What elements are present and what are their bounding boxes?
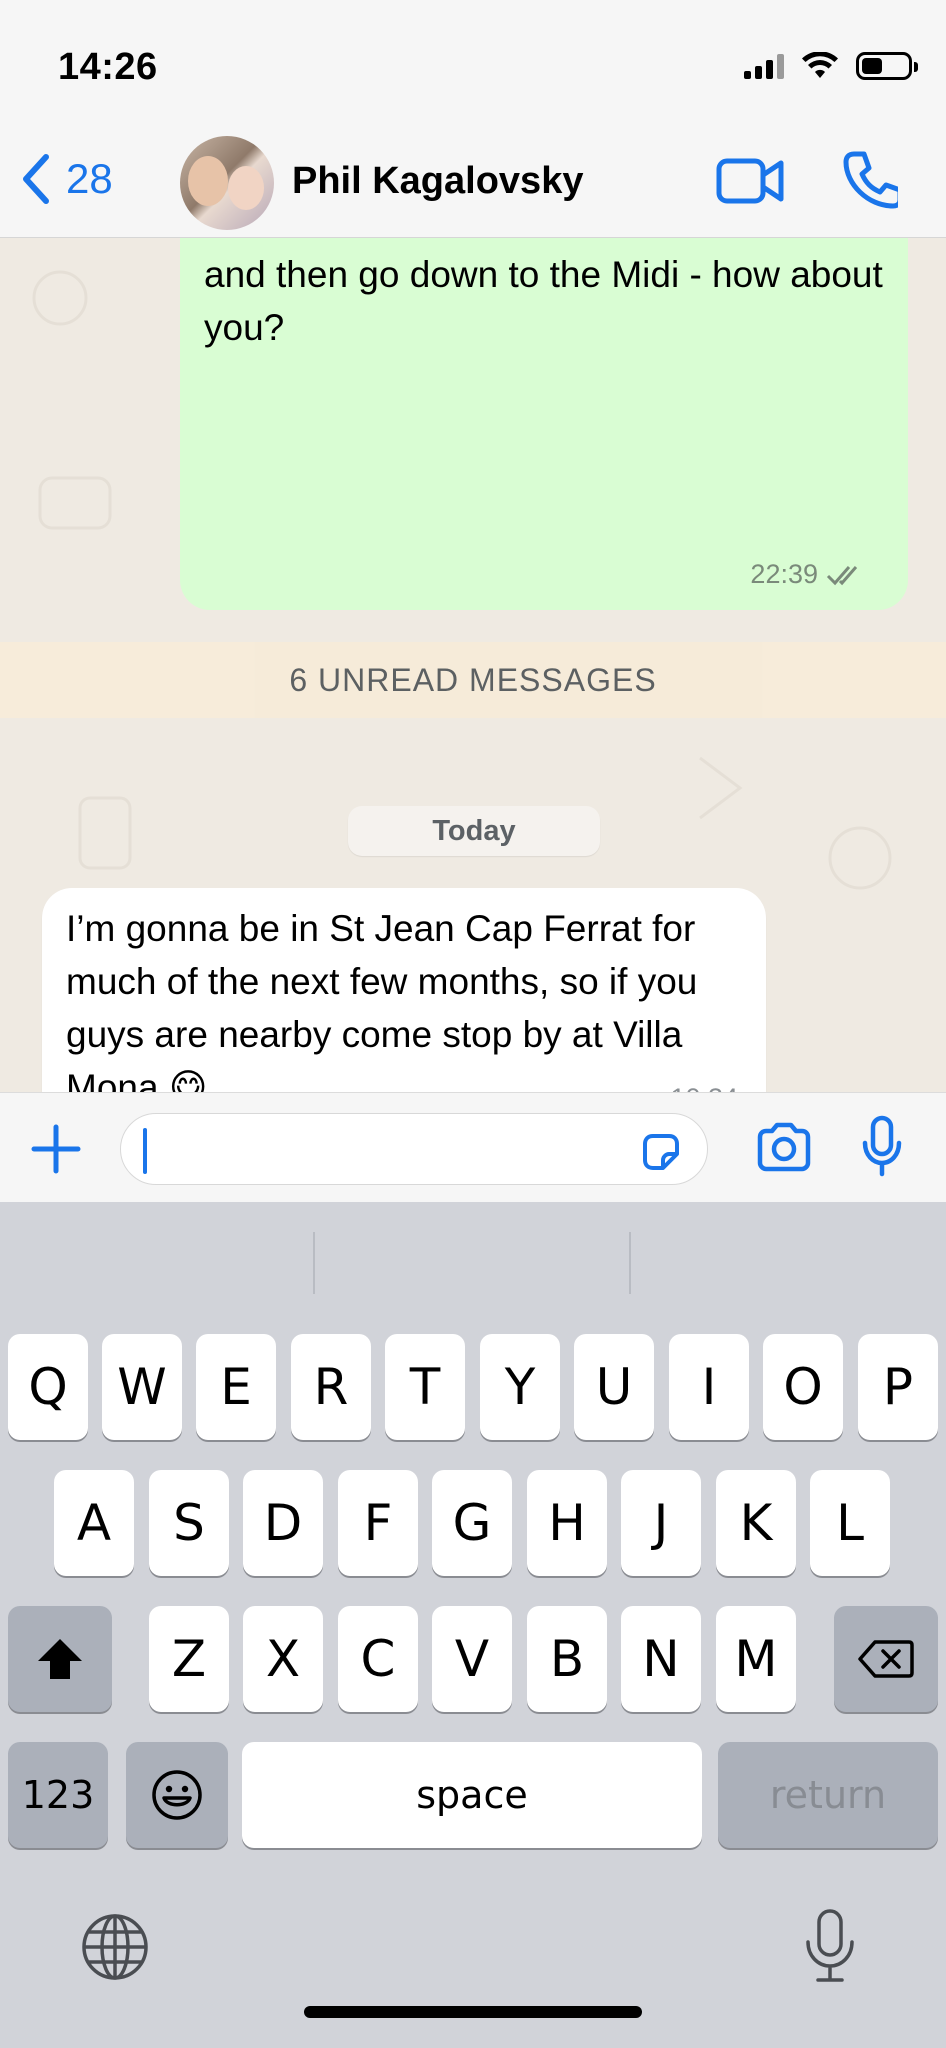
contact-avatar[interactable] bbox=[180, 136, 274, 230]
backspace-key[interactable] bbox=[834, 1606, 938, 1712]
sticker-icon[interactable] bbox=[639, 1130, 683, 1174]
key-w[interactable]: W bbox=[102, 1334, 182, 1440]
unread-messages-banner: 6 UNREAD MESSAGES bbox=[0, 642, 946, 718]
key-f[interactable]: F bbox=[338, 1470, 418, 1576]
predictive-text-bar bbox=[0, 1202, 946, 1302]
outgoing-message-text: and then go down to the Midi - how about… bbox=[204, 254, 883, 348]
unread-chats-count: 28 bbox=[66, 155, 113, 202]
key-l[interactable]: L bbox=[810, 1470, 890, 1576]
contact-name[interactable]: Phil Kagalovsky bbox=[292, 160, 583, 203]
outgoing-message[interactable]: and then go down to the Midi - how about… bbox=[180, 238, 908, 610]
key-s[interactable]: S bbox=[149, 1470, 229, 1576]
key-n[interactable]: N bbox=[621, 1606, 701, 1712]
message-list[interactable]: and then go down to the Midi - how about… bbox=[0, 238, 946, 1092]
backspace-icon bbox=[858, 1640, 914, 1678]
back-chevron-icon bbox=[23, 154, 49, 204]
outgoing-message-time: 22:39 bbox=[750, 559, 818, 589]
cellular-signal-icon bbox=[744, 53, 784, 79]
microphone-icon[interactable] bbox=[862, 1115, 902, 1177]
shift-key[interactable] bbox=[8, 1606, 112, 1712]
return-key[interactable]: return bbox=[718, 1742, 938, 1848]
key-o[interactable]: O bbox=[763, 1334, 843, 1440]
numbers-key[interactable]: 123 bbox=[8, 1742, 108, 1848]
suggestion-divider bbox=[629, 1232, 631, 1294]
key-v[interactable]: V bbox=[432, 1606, 512, 1712]
key-m[interactable]: M bbox=[716, 1606, 796, 1712]
incoming-message-time: 10:34 bbox=[670, 1083, 738, 1092]
dictation-icon[interactable] bbox=[800, 1908, 860, 1984]
incoming-message-text: I’m gonna be in St Jean Cap Ferrat for m… bbox=[66, 908, 698, 1092]
shift-icon bbox=[38, 1639, 82, 1679]
home-indicator[interactable] bbox=[304, 2006, 642, 2018]
key-x[interactable]: X bbox=[243, 1606, 323, 1712]
message-composer bbox=[0, 1092, 946, 1202]
phone-call-icon[interactable] bbox=[842, 150, 898, 210]
suggestion-divider bbox=[313, 1232, 315, 1294]
key-t[interactable]: T bbox=[385, 1334, 465, 1440]
battery-icon bbox=[856, 52, 918, 80]
keyboard: Q W E R T Y U I O P A S D F G H J K L Z … bbox=[0, 1202, 946, 2048]
key-c[interactable]: C bbox=[338, 1606, 418, 1712]
key-p[interactable]: P bbox=[858, 1334, 938, 1440]
video-call-icon[interactable] bbox=[716, 154, 784, 208]
key-e[interactable]: E bbox=[196, 1334, 276, 1440]
key-a[interactable]: A bbox=[54, 1470, 134, 1576]
status-bar: 14:26 bbox=[0, 0, 946, 130]
key-j[interactable]: J bbox=[621, 1470, 701, 1576]
key-u[interactable]: U bbox=[574, 1334, 654, 1440]
back-button[interactable]: 28 bbox=[18, 152, 113, 206]
key-y[interactable]: Y bbox=[480, 1334, 560, 1440]
message-input[interactable] bbox=[120, 1113, 708, 1185]
key-d[interactable]: D bbox=[243, 1470, 323, 1576]
read-receipt-icon bbox=[826, 565, 858, 585]
incoming-message[interactable]: I’m gonna be in St Jean Cap Ferrat for m… bbox=[42, 888, 766, 1092]
emoji-key[interactable] bbox=[126, 1742, 228, 1848]
plus-icon[interactable] bbox=[30, 1123, 82, 1175]
key-z[interactable]: Z bbox=[149, 1606, 229, 1712]
key-q[interactable]: Q bbox=[8, 1334, 88, 1440]
key-g[interactable]: G bbox=[432, 1470, 512, 1576]
camera-icon[interactable] bbox=[756, 1121, 812, 1173]
key-h[interactable]: H bbox=[527, 1470, 607, 1576]
text-cursor bbox=[143, 1128, 147, 1174]
outgoing-message-meta: 22:39 bbox=[750, 559, 862, 590]
date-separator: Today bbox=[348, 806, 600, 856]
status-icons bbox=[744, 52, 918, 80]
key-b[interactable]: B bbox=[527, 1606, 607, 1712]
key-r[interactable]: R bbox=[291, 1334, 371, 1440]
wifi-icon bbox=[802, 52, 838, 78]
globe-icon[interactable] bbox=[80, 1912, 150, 1982]
key-i[interactable]: I bbox=[669, 1334, 749, 1440]
emoji-icon bbox=[152, 1770, 202, 1820]
chat-header: 28 Phil Kagalovsky bbox=[0, 130, 946, 238]
status-time: 14:26 bbox=[58, 46, 158, 88]
space-key[interactable]: space bbox=[242, 1742, 702, 1848]
key-k[interactable]: K bbox=[716, 1470, 796, 1576]
